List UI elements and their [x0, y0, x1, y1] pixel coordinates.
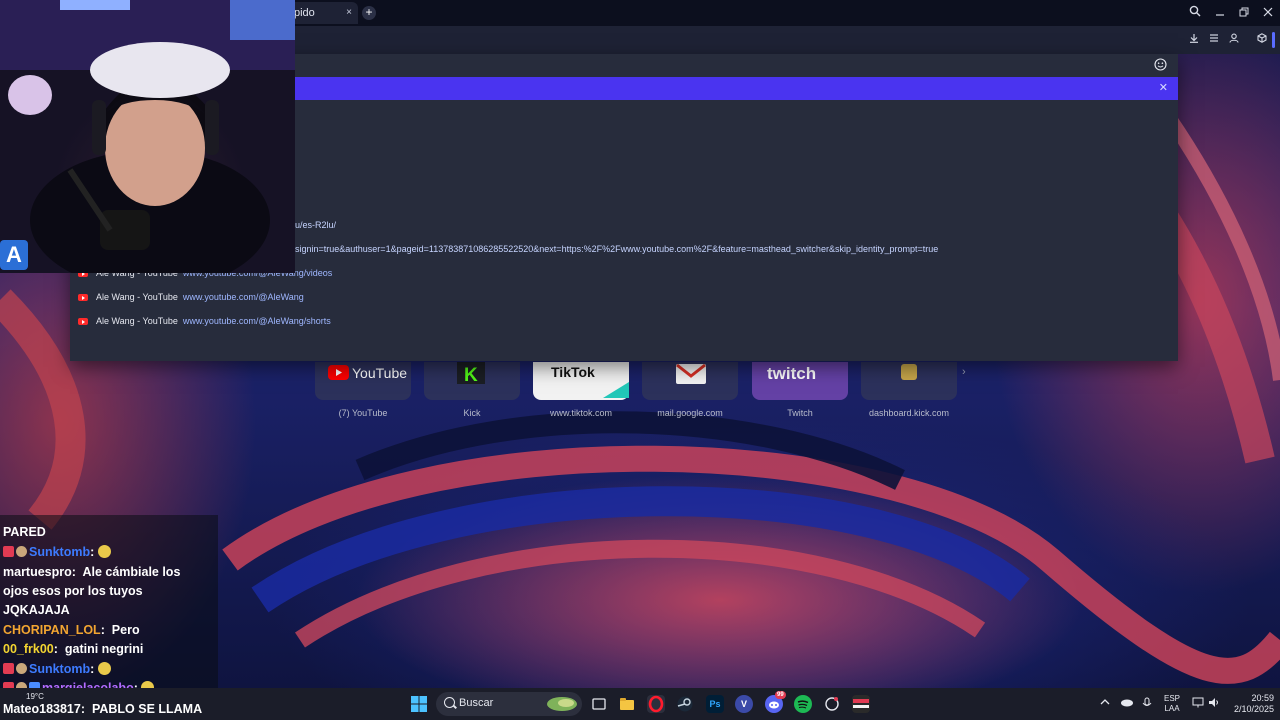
- svg-text:YouTube: YouTube: [352, 365, 407, 381]
- speed-dial-tiktok[interactable]: TikTok: [533, 362, 629, 400]
- chat-message: Mateo183817: PABLO SE LLAMA: [3, 702, 203, 716]
- profile-icon[interactable]: [1227, 33, 1241, 47]
- webcam-overlay: A: [0, 0, 295, 273]
- streamer-webcam-image: [0, 0, 295, 273]
- speed-dial-label: dashboard.kick.com: [868, 408, 950, 418]
- youtube-favicon-icon: [78, 294, 88, 302]
- speed-dial-gmail[interactable]: [642, 362, 738, 400]
- svg-text:K: K: [464, 365, 478, 386]
- channel-logo: A: [0, 240, 28, 270]
- speed-dial-twitch[interactable]: twitch: [752, 362, 848, 400]
- youtube-logo-icon: YouTube: [328, 365, 407, 381]
- extensions-cube-icon[interactable]: [1255, 33, 1269, 47]
- volume-icon[interactable]: [1208, 697, 1220, 711]
- svg-text:twitch: twitch: [767, 364, 816, 383]
- taskbar-search[interactable]: Buscar: [436, 692, 582, 716]
- close-window-icon[interactable]: [1258, 4, 1278, 22]
- search-icon: [444, 697, 455, 708]
- browser-tab[interactable]: pido ×: [286, 2, 358, 24]
- taskbar-clock[interactable]: 20:59 2/10/2025: [1222, 693, 1274, 715]
- language-indicator[interactable]: ESP LAA: [1160, 694, 1184, 714]
- minimize-icon[interactable]: [1210, 4, 1230, 22]
- chat-message: Sunktomb:: [3, 660, 215, 679]
- speed-dial-kick-dashboard[interactable]: [861, 362, 957, 400]
- file-explorer-icon[interactable]: [618, 695, 636, 713]
- speed-dial-label: Kick: [463, 408, 481, 418]
- speed-dial-label: www.tiktok.com: [549, 408, 612, 418]
- svg-text:TikTok: TikTok: [551, 364, 595, 380]
- spotify-icon[interactable]: [794, 695, 812, 713]
- microphone-icon[interactable]: [1142, 697, 1152, 712]
- restore-icon[interactable]: [1234, 4, 1254, 22]
- avatar-badge-icon: [16, 663, 27, 674]
- twitch-logo-icon: twitch: [767, 364, 816, 383]
- vpn-app-icon[interactable]: V: [735, 695, 753, 713]
- emote-icon: [97, 545, 111, 558]
- speed-dial-youtube[interactable]: YouTube: [315, 362, 411, 400]
- steam-icon[interactable]: [676, 695, 694, 713]
- opera-browser-icon[interactable]: [647, 695, 665, 713]
- chat-message: PARED: [3, 525, 46, 539]
- avatar-badge-icon: [16, 546, 27, 557]
- chat-message: JQKAJAJA: [3, 603, 70, 617]
- voice-app-icon[interactable]: [852, 695, 870, 713]
- speed-dial-label: (7) YouTube: [338, 408, 388, 418]
- chat-message: 00_frk00: gatini negrini: [3, 642, 144, 656]
- close-icon[interactable]: ✕: [1159, 81, 1168, 94]
- youtube-favicon-icon: [78, 318, 88, 326]
- tab-close-icon[interactable]: ×: [346, 2, 352, 24]
- emote-icon: [97, 662, 111, 675]
- chat-message: Sunktomb:: [3, 543, 215, 562]
- menu-icon[interactable]: [1207, 33, 1221, 47]
- app-refresh-icon[interactable]: [823, 695, 841, 713]
- photoshop-icon[interactable]: Ps: [706, 695, 724, 713]
- kick-dashboard-icon: [901, 364, 917, 380]
- notification-badge: 99: [775, 691, 786, 699]
- suggestion-url-fragment[interactable]: u/es-R2lu/: [295, 220, 336, 230]
- emote-icon: [141, 681, 155, 688]
- suggestion-url-fragment[interactable]: signin=true&authuser=1&pageid=1137838710…: [295, 244, 938, 254]
- onedrive-cloud-icon[interactable]: [1120, 697, 1134, 710]
- download-icon[interactable]: [1187, 33, 1201, 47]
- chat-message: martuespro: Ale cámbiale los: [3, 565, 181, 579]
- chat-message: ojos esos por los tuyos: [3, 584, 143, 598]
- search-tabs-icon[interactable]: [1185, 4, 1205, 22]
- gmail-logo-icon: [676, 363, 706, 384]
- emoji-icon[interactable]: [1153, 58, 1167, 72]
- sidebar-accent-bar: [1272, 32, 1275, 48]
- tiktok-logo-icon: TikTok: [551, 364, 629, 398]
- chat-message: CHORIPAN_LOL: Pero: [3, 623, 140, 637]
- tray-chevron-up-icon[interactable]: [1100, 697, 1110, 710]
- chevron-right-icon[interactable]: ›: [962, 366, 966, 378]
- info-banner: ✕: [294, 77, 1178, 100]
- new-tab-button[interactable]: +: [362, 6, 376, 20]
- kick-logo-icon: K: [457, 362, 485, 386]
- windows-start-icon[interactable]: [410, 695, 428, 713]
- network-icon[interactable]: [1192, 697, 1204, 711]
- speed-dial-kick[interactable]: K: [424, 362, 520, 400]
- speed-dial-label: Twitch: [787, 408, 813, 418]
- search-highlight-icon: [547, 697, 577, 711]
- chat-message: margielacolabo:: [3, 679, 215, 688]
- discord-icon[interactable]: 99: [765, 691, 786, 713]
- suggestion-item[interactable]: Ale Wang - YouTube www.youtube.com/@AleWa…: [78, 292, 304, 310]
- speed-dial-label: mail.google.com: [657, 408, 723, 418]
- stream-chat-overlay: PARED Sunktomb: martuespro: Ale cámbiale…: [0, 515, 218, 688]
- badge-icon: [3, 663, 14, 674]
- tab-title: pido: [294, 7, 315, 19]
- task-view-icon[interactable]: [590, 695, 608, 713]
- badge-icon: [3, 546, 14, 557]
- suggestion-item[interactable]: Ale Wang - YouTube www.youtube.com/@AleWa…: [78, 316, 331, 334]
